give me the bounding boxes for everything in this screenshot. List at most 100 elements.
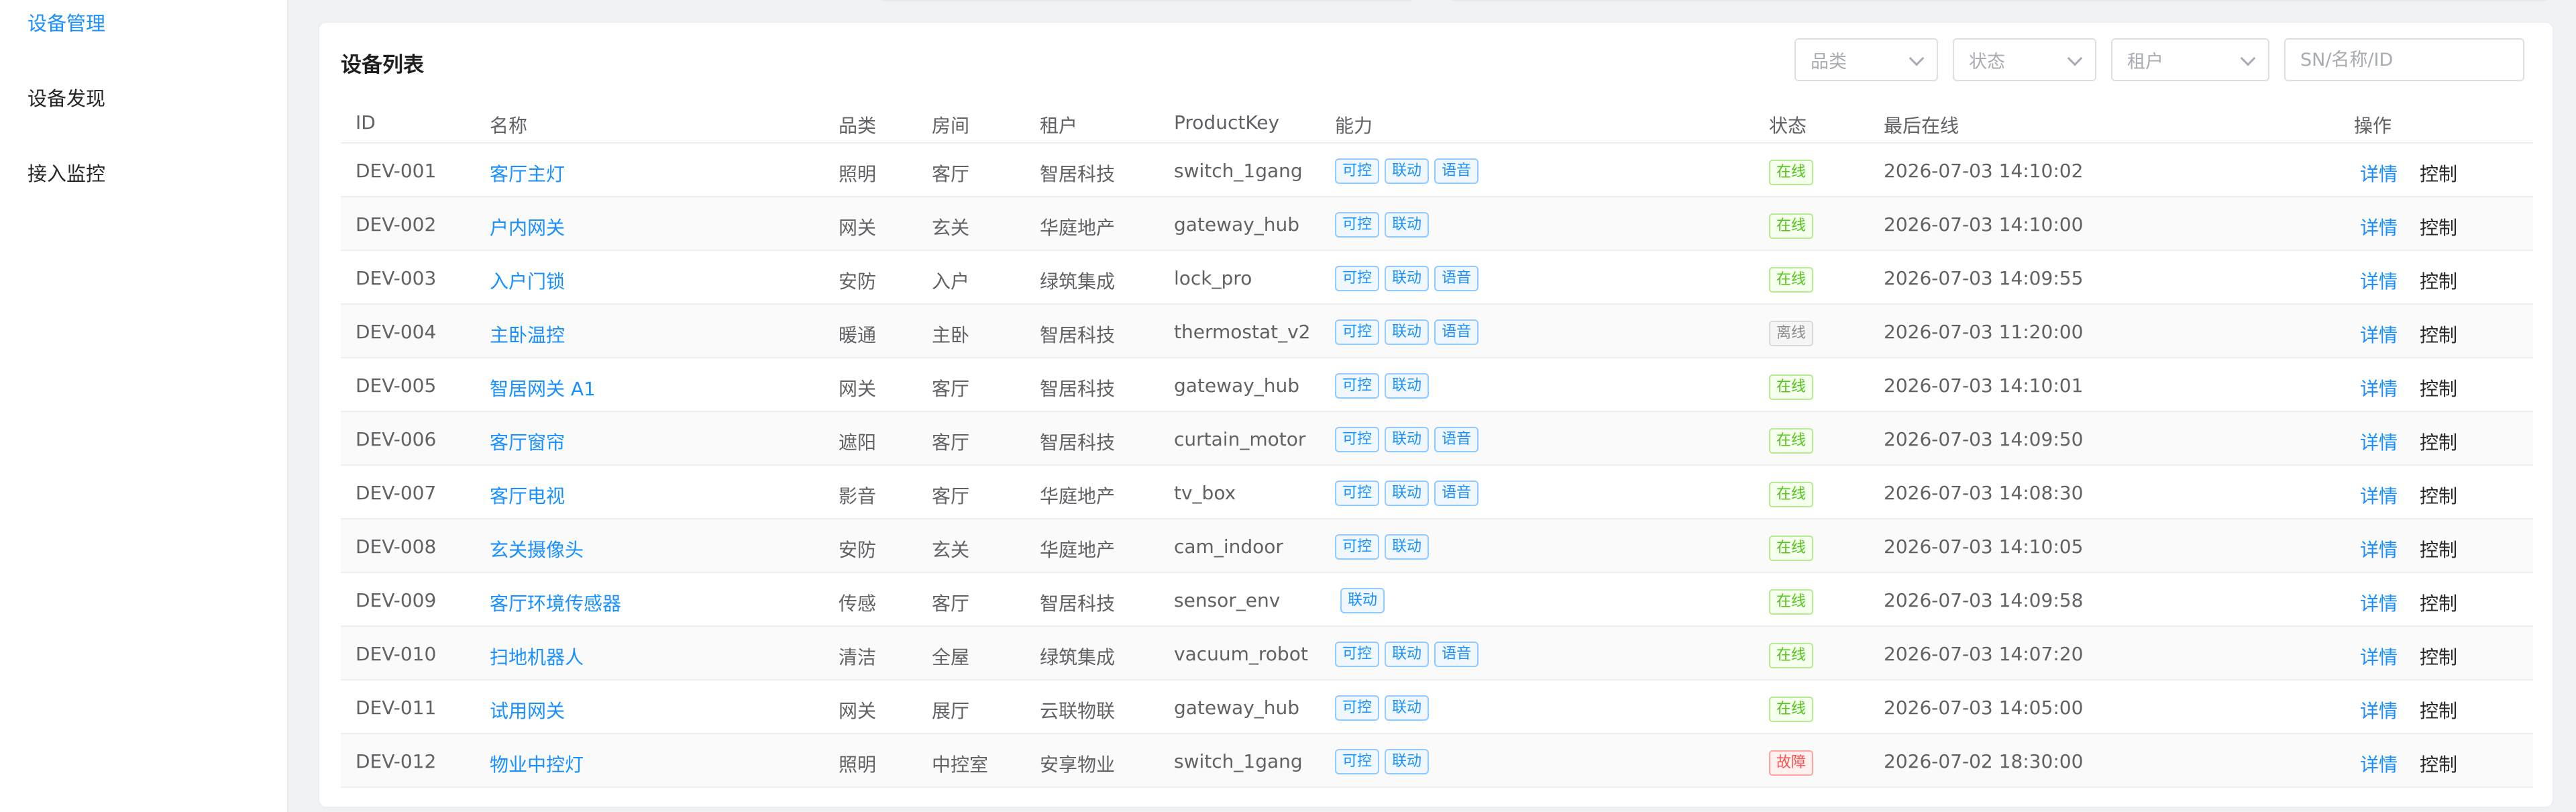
control-button[interactable]: 控制 [2420, 536, 2457, 562]
device-id-cell: DEV-012 [356, 750, 437, 772]
device-name-link[interactable]: 户内网关 [490, 213, 565, 240]
detail-button[interactable]: 详情 [2360, 482, 2398, 509]
device-id-cell: DEV-009 [356, 589, 437, 611]
table-row: DEV-003 入户门锁 安防 入户 绿筑集成 lock_pro 可控 联动 语音 在线 2026-… [341, 251, 2533, 305]
product-key-cell: lock_pro [1174, 267, 1252, 289]
detail-button[interactable]: 详情 [2360, 589, 2398, 616]
detail-button[interactable]: 详情 [2360, 213, 2398, 240]
category-select[interactable]: 品类 [1794, 38, 1938, 81]
table-header: ID 名称 品类 房间 租户 ProductKey 能力 状态 最后在线 操作 [341, 97, 2533, 144]
capability-tag: 可控 [1335, 319, 1380, 345]
status-badge: 在线 [1769, 589, 1814, 615]
last-online-cell: 2026-07-03 14:09:58 [1884, 589, 2084, 611]
capability-tag: 可控 [1335, 534, 1380, 560]
category-cell: 照明 [839, 754, 877, 776]
control-button[interactable]: 控制 [2420, 160, 2457, 187]
status-badge: 在线 [1769, 267, 1814, 293]
capability-tag: 联动 [1385, 695, 1430, 721]
detail-button[interactable]: 详情 [2360, 374, 2398, 401]
tenant-cell: 云联物联 [1040, 700, 1116, 722]
product-key-cell: cam_indoor [1174, 536, 1283, 558]
detail-button[interactable]: 详情 [2360, 536, 2398, 562]
tenant-cell: 智居科技 [1040, 432, 1116, 454]
control-button[interactable]: 控制 [2420, 697, 2457, 723]
control-button[interactable]: 控制 [2420, 482, 2457, 509]
device-name-link[interactable]: 主卧温控 [490, 321, 565, 348]
column-header-product-key: ProductKey [1174, 111, 1280, 134]
capability-tag: 语音 [1434, 158, 1479, 184]
last-online-cell: 2026-07-03 14:10:02 [1884, 160, 2084, 182]
device-name-link[interactable]: 客厅窗帘 [490, 428, 565, 455]
last-online-cell: 2026-07-03 14:07:20 [1884, 643, 2084, 665]
last-online-cell: 2026-07-02 18:30:00 [1884, 750, 2084, 772]
capability-tags: 可控 联动 [1335, 534, 1430, 560]
control-button[interactable]: 控制 [2420, 321, 2457, 348]
room-cell: 客厅 [932, 432, 970, 454]
room-cell: 玄关 [932, 217, 970, 239]
room-cell: 客厅 [932, 485, 970, 507]
sidebar-item-device-discovery[interactable]: 设备发现 [28, 83, 105, 111]
category-cell: 照明 [839, 163, 877, 185]
control-button[interactable]: 控制 [2420, 267, 2457, 294]
detail-button[interactable]: 详情 [2360, 160, 2398, 187]
table-row: DEV-002 户内网关 网关 玄关 华庭地产 gateway_hub 可控 联动 在线 2026… [341, 197, 2533, 251]
category-cell: 安防 [839, 539, 877, 561]
column-header-actions: 操作 [2354, 115, 2392, 137]
control-button[interactable]: 控制 [2420, 428, 2457, 455]
sidebar-item-device-management[interactable]: 设备管理 [28, 8, 105, 36]
capability-tag: 可控 [1335, 695, 1380, 721]
chevron-down-icon [2067, 50, 2083, 66]
control-button[interactable]: 控制 [2420, 750, 2457, 777]
tenant-cell: 华庭地产 [1040, 217, 1116, 239]
device-name-link[interactable]: 扫地机器人 [490, 643, 584, 670]
capability-tags: 可控 联动 语音 [1335, 319, 1479, 345]
search-input[interactable] [2284, 38, 2524, 81]
detail-button[interactable]: 详情 [2360, 267, 2398, 294]
capability-tag: 语音 [1434, 642, 1479, 667]
product-key-cell: gateway_hub [1174, 213, 1300, 236]
status-select[interactable]: 状态 [1953, 38, 2096, 81]
category-select-placeholder: 品类 [1811, 51, 1847, 72]
status-badge: 离线 [1769, 321, 1814, 346]
detail-button[interactable]: 详情 [2360, 643, 2398, 670]
capability-tag: 可控 [1335, 480, 1380, 506]
status-badge: 在线 [1769, 697, 1814, 722]
capability-tags: 可控 联动 语音 [1335, 427, 1479, 452]
product-key-cell: gateway_hub [1174, 374, 1300, 397]
capability-tag: 联动 [1385, 373, 1430, 399]
chevron-down-icon [2240, 50, 2256, 66]
detail-button[interactable]: 详情 [2360, 750, 2398, 777]
last-online-cell: 2026-07-03 14:09:55 [1884, 267, 2084, 289]
capability-tag: 联动 [1385, 266, 1430, 291]
device-name-link[interactable]: 客厅环境传感器 [490, 589, 621, 616]
tenant-select[interactable]: 租户 [2111, 38, 2269, 81]
control-button[interactable]: 控制 [2420, 374, 2457, 401]
detail-button[interactable]: 详情 [2360, 428, 2398, 455]
device-name-link[interactable]: 入户门锁 [490, 267, 565, 294]
room-cell: 主卧 [932, 324, 970, 346]
sidebar-item-access-monitor[interactable]: 接入监控 [28, 158, 105, 187]
tenant-cell: 智居科技 [1040, 324, 1116, 346]
control-button[interactable]: 控制 [2420, 643, 2457, 670]
detail-button[interactable]: 详情 [2360, 697, 2398, 723]
last-online-cell: 2026-07-03 14:10:01 [1884, 374, 2084, 397]
control-button[interactable]: 控制 [2420, 213, 2457, 240]
category-cell: 暖通 [839, 324, 877, 346]
category-cell: 安防 [839, 270, 877, 293]
control-button[interactable]: 控制 [2420, 589, 2457, 616]
device-name-link[interactable]: 试用网关 [490, 697, 565, 723]
device-name-link[interactable]: 物业中控灯 [490, 750, 584, 777]
detail-button[interactable]: 详情 [2360, 321, 2398, 348]
table-row: DEV-012 物业中控灯 照明 中控室 安享物业 switch_1gang 可控 联动 故障 2… [341, 734, 2533, 788]
device-name-link[interactable]: 客厅电视 [490, 482, 565, 509]
product-key-cell: gateway_hub [1174, 697, 1300, 719]
column-header-name: 名称 [490, 115, 528, 137]
device-name-link[interactable]: 客厅主灯 [490, 160, 565, 187]
capability-tags: 可控 联动 语音 [1335, 642, 1479, 667]
device-name-link[interactable]: 玄关摄像头 [490, 536, 584, 562]
capability-tag: 联动 [1385, 534, 1430, 560]
capability-tag: 联动 [1385, 212, 1430, 238]
capability-tags: 可控 联动 语音 [1335, 480, 1479, 506]
device-name-link[interactable]: 智居网关 A1 [490, 374, 596, 401]
table-row: DEV-011 试用网关 网关 展厅 云联物联 gateway_hub 可控 联动 在线 2026… [341, 680, 2533, 734]
